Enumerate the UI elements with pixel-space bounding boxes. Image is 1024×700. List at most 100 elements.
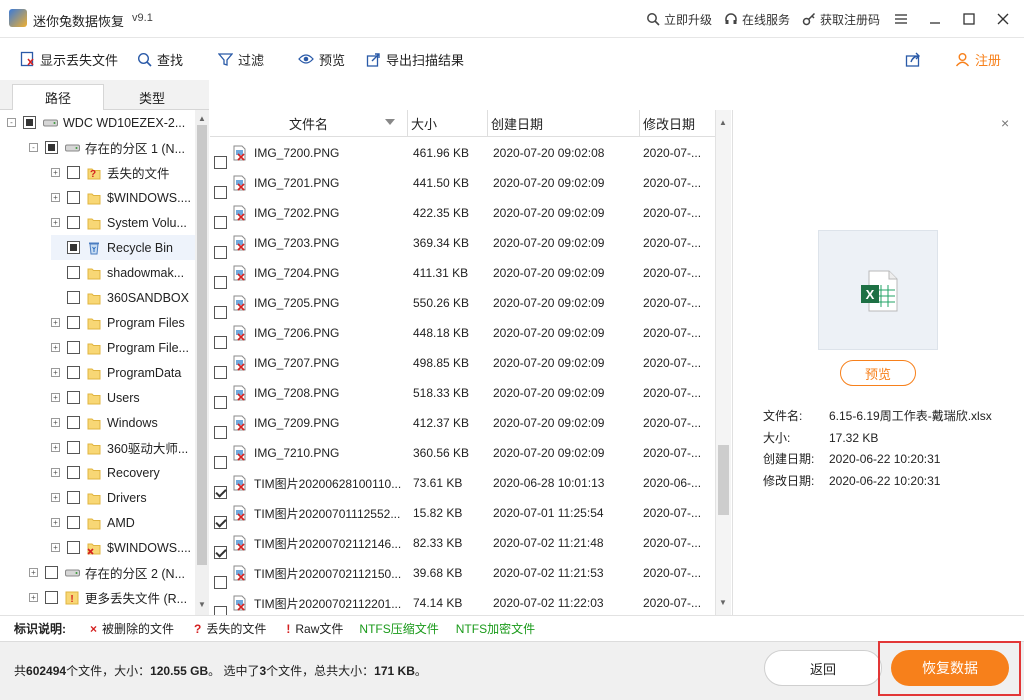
expand-icon[interactable]: +	[51, 168, 60, 177]
expand-icon[interactable]: +	[51, 318, 60, 327]
file-checkbox[interactable]	[214, 545, 227, 559]
tab-path[interactable]: 路径	[12, 84, 104, 111]
collapse-icon[interactable]: -	[29, 143, 38, 152]
file-row[interactable]: TIM图片20200702112201... 74.14 KB 2020-07-02…	[210, 588, 715, 615]
tree-checkbox[interactable]	[67, 441, 80, 454]
tree-checkbox[interactable]	[67, 391, 80, 404]
tree-item[interactable]: + Program Files	[51, 310, 195, 335]
tree-checkbox[interactable]	[45, 141, 58, 154]
file-row[interactable]: IMG_7201.PNG 441.50 KB 2020-07-20 09:02:09…	[210, 168, 715, 199]
file-checkbox[interactable]	[214, 335, 227, 349]
expand-icon[interactable]: +	[51, 218, 60, 227]
expand-icon[interactable]: +	[51, 543, 60, 552]
file-checkbox[interactable]	[214, 395, 227, 409]
file-row[interactable]: IMG_7206.PNG 448.18 KB 2020-07-20 09:02:09…	[210, 318, 715, 349]
tree-item[interactable]: - WDC WD10EZEX-2...	[7, 110, 195, 135]
tree-item[interactable]: + Users	[51, 385, 195, 410]
file-row[interactable]: IMG_7210.PNG 360.56 KB 2020-07-20 09:02:09…	[210, 438, 715, 469]
menu-button[interactable]	[884, 0, 918, 38]
file-list-scrollbar[interactable]: ▲ ▼	[715, 110, 731, 615]
expand-icon[interactable]: +	[51, 418, 60, 427]
tree-checkbox[interactable]	[67, 266, 80, 279]
tree-checkbox[interactable]	[67, 166, 80, 179]
tree-item[interactable]: + Drivers	[51, 485, 195, 510]
tree-checkbox[interactable]	[67, 466, 80, 479]
file-checkbox[interactable]	[214, 455, 227, 469]
column-modified[interactable]: 修改日期	[640, 110, 715, 137]
tree-item[interactable]: +! 更多丢失文件 (R...	[29, 585, 195, 610]
export-scan-results-button[interactable]: 导出扫描结果	[366, 38, 464, 80]
column-size[interactable]: 大小	[408, 110, 488, 137]
tree-item[interactable]: shadowmak...	[51, 260, 195, 285]
preview-button[interactable]: 预览	[298, 38, 345, 80]
tree-item[interactable]: + 存在的分区 2 (N...	[29, 560, 195, 585]
file-row[interactable]: TIM图片20200701112552... 15.82 KB 2020-07-01…	[210, 498, 715, 529]
tree-checkbox[interactable]	[67, 516, 80, 529]
expand-icon[interactable]: +	[51, 343, 60, 352]
tree-checkbox[interactable]	[67, 241, 80, 254]
file-row[interactable]: IMG_7203.PNG 369.34 KB 2020-07-20 09:02:09…	[210, 228, 715, 259]
file-row[interactable]: TIM图片20200702112146... 82.33 KB 2020-07-02…	[210, 528, 715, 559]
file-checkbox[interactable]	[214, 305, 227, 319]
tree-item[interactable]: + Windows	[51, 410, 195, 435]
expand-icon[interactable]: +	[29, 593, 38, 602]
tree-checkbox[interactable]	[67, 491, 80, 504]
online-service-link[interactable]: 在线服务	[724, 11, 790, 28]
tree-checkbox[interactable]	[67, 416, 80, 429]
column-created[interactable]: 创建日期	[488, 110, 640, 137]
tree-scrollbar[interactable]: ▲ ▼	[195, 110, 209, 615]
file-checkbox[interactable]	[214, 605, 227, 615]
tree-item[interactable]: +? 丢失的文件	[51, 160, 195, 185]
tree-checkbox[interactable]	[45, 591, 58, 604]
file-row[interactable]: IMG_7205.PNG 550.26 KB 2020-07-20 09:02:09…	[210, 288, 715, 319]
tree-checkbox[interactable]	[67, 341, 80, 354]
tree-item[interactable]: +360驱动大师...	[51, 435, 195, 460]
expand-icon[interactable]: +	[51, 193, 60, 202]
upgrade-link[interactable]: 立即升级	[646, 11, 712, 28]
expand-icon[interactable]: +	[51, 368, 60, 377]
file-list-scroll-thumb[interactable]	[718, 445, 729, 515]
get-register-code-link[interactable]: 获取注册码	[802, 11, 880, 28]
tree-checkbox[interactable]	[67, 366, 80, 379]
tree-checkbox[interactable]	[45, 566, 58, 579]
expand-icon[interactable]: +	[51, 393, 60, 402]
tab-type[interactable]: 类型	[106, 84, 198, 110]
file-row[interactable]: IMG_7202.PNG 422.35 KB 2020-07-20 09:02:09…	[210, 198, 715, 229]
back-button[interactable]: 返回	[764, 650, 882, 686]
tree-item[interactable]: + System Volu...	[51, 210, 195, 235]
tree-checkbox[interactable]	[23, 116, 36, 129]
tree-item[interactable]: + Program File...	[51, 335, 195, 360]
close-button[interactable]	[986, 0, 1020, 38]
file-row[interactable]: IMG_7209.PNG 412.37 KB 2020-07-20 09:02:09…	[210, 408, 715, 439]
file-row[interactable]: IMG_7207.PNG 498.85 KB 2020-07-20 09:02:09…	[210, 348, 715, 379]
file-checkbox[interactable]	[214, 215, 227, 229]
file-checkbox[interactable]	[214, 575, 227, 589]
share-button[interactable]	[905, 38, 921, 80]
tree-checkbox[interactable]	[67, 316, 80, 329]
file-checkbox[interactable]	[214, 485, 227, 499]
tree-item[interactable]: 360SANDBOX	[51, 285, 195, 310]
tree-item[interactable]: + ProgramData	[51, 360, 195, 385]
file-checkbox[interactable]	[214, 155, 227, 169]
tree-checkbox[interactable]	[67, 191, 80, 204]
file-checkbox[interactable]	[214, 275, 227, 289]
tree-scroll-thumb[interactable]	[197, 125, 207, 565]
file-checkbox[interactable]	[214, 425, 227, 439]
tree-item[interactable]: - 存在的分区 1 (N...	[29, 135, 195, 160]
expand-icon[interactable]: +	[51, 468, 60, 477]
close-preview-icon[interactable]: ×	[1001, 115, 1009, 131]
tree-checkbox[interactable]	[67, 541, 80, 554]
tree-item[interactable]: + $WINDOWS....	[51, 185, 195, 210]
tree-item[interactable]: Recycle Bin	[51, 235, 195, 260]
maximize-button[interactable]	[952, 0, 986, 38]
register-button[interactable]: 注册	[955, 38, 1001, 80]
file-checkbox[interactable]	[214, 185, 227, 199]
column-name[interactable]: 文件名	[210, 110, 408, 137]
tree-item[interactable]: + AMD	[51, 510, 195, 535]
file-checkbox[interactable]	[214, 365, 227, 379]
minimize-button[interactable]	[918, 0, 952, 38]
file-row[interactable]: IMG_7208.PNG 518.33 KB 2020-07-20 09:02:09…	[210, 378, 715, 409]
preview-file-button[interactable]: 预览	[840, 360, 916, 386]
tree-item[interactable]: + Recovery	[51, 460, 195, 485]
tree-item[interactable]: + $WINDOWS....	[51, 535, 195, 560]
